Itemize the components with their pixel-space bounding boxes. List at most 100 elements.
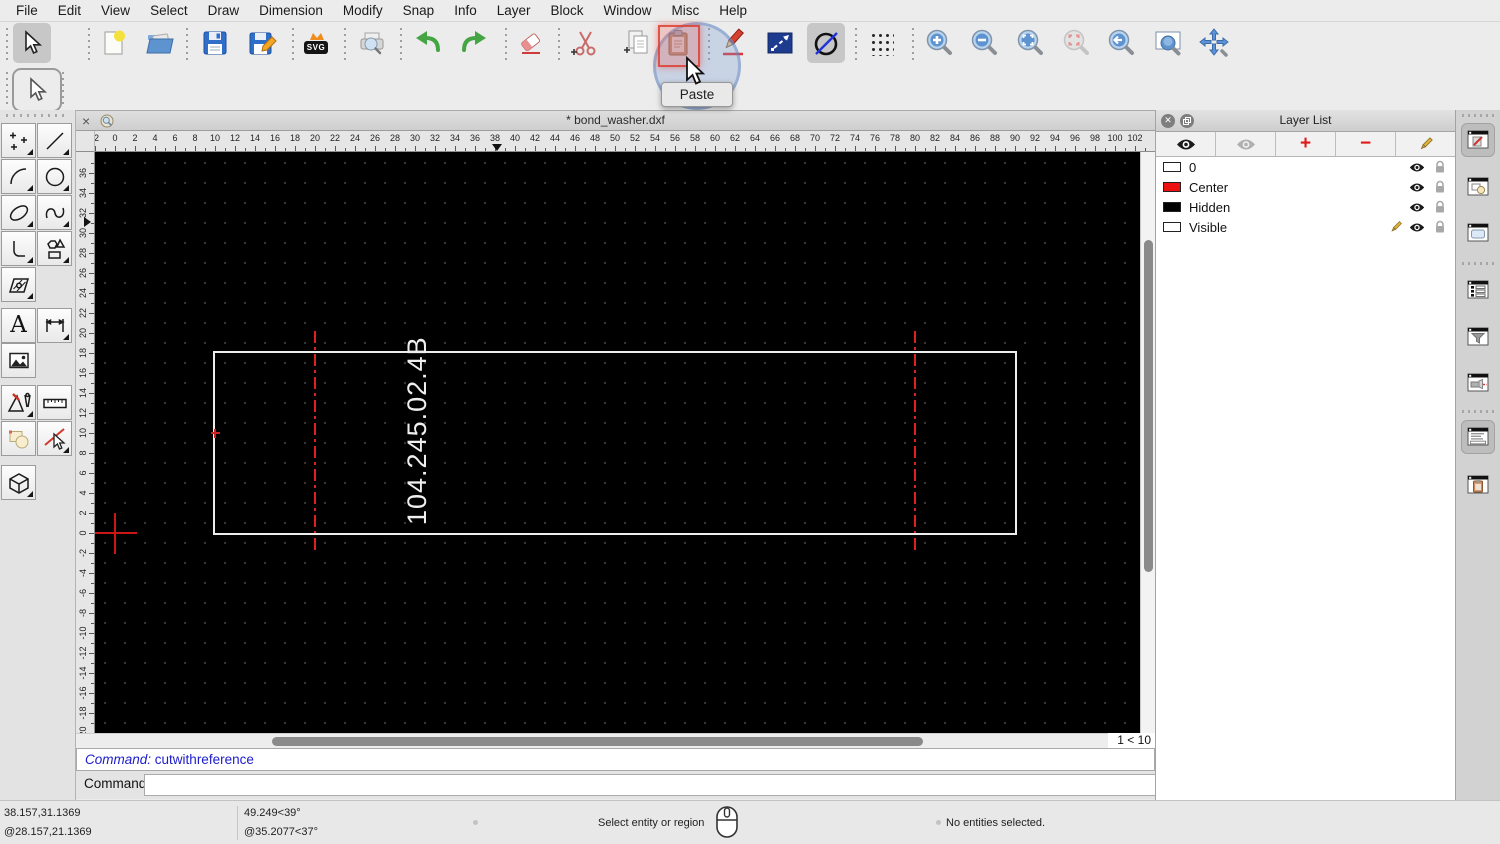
save-as-button[interactable] (243, 23, 281, 63)
print-preview-button[interactable] (353, 23, 391, 63)
horizontal-scrollbar[interactable] (76, 733, 1108, 748)
layer-list-dock-icon[interactable] (1461, 273, 1495, 307)
zoom-pan-button[interactable] (1195, 23, 1233, 63)
horizontal-scrollbar-thumb[interactable] (272, 736, 923, 746)
select-entity-button[interactable] (37, 421, 72, 456)
clipboard-dock-icon[interactable] (1461, 468, 1495, 502)
drawing-canvas[interactable]: 104.245.02.4B (95, 152, 1140, 733)
v-ruler-label: 22 (78, 308, 88, 319)
layer-visibility-icon[interactable] (1409, 161, 1425, 176)
zoom-selected-button[interactable] (1057, 23, 1095, 63)
save-button[interactable] (196, 23, 234, 63)
layer-visibility-icon[interactable] (1409, 201, 1425, 216)
spline-tool-button[interactable] (37, 195, 72, 230)
block-list-dock-icon[interactable] (1461, 170, 1495, 204)
arc-tool-button[interactable] (1, 159, 36, 194)
menu-file[interactable]: File (6, 0, 48, 22)
layer-row-hidden[interactable]: Hidden (1156, 197, 1455, 217)
polyline-tool-button[interactable] (1, 231, 36, 266)
vertical-scrollbar-thumb[interactable] (1143, 240, 1153, 572)
image-tool-button[interactable] (1, 343, 36, 378)
menu-window[interactable]: Window (594, 0, 662, 22)
menu-view[interactable]: View (91, 0, 140, 22)
menu-block[interactable]: Block (541, 0, 594, 22)
text-tool-button[interactable]: A (1, 308, 36, 343)
menu-dimension[interactable]: Dimension (249, 0, 333, 22)
open-file-button[interactable] (141, 23, 179, 63)
copy-button[interactable] (618, 23, 656, 63)
v-ruler-tick (91, 683, 94, 684)
undo-button[interactable] (409, 23, 447, 63)
layer-row-center[interactable]: Center (1156, 177, 1455, 197)
menu-edit[interactable]: Edit (48, 0, 91, 22)
strip-drag-handle[interactable] (1462, 114, 1494, 117)
menu-misc[interactable]: Misc (662, 0, 710, 22)
layer-color-swatch[interactable] (1163, 162, 1181, 172)
drawn-rectangle[interactable] (213, 351, 1017, 535)
menu-info[interactable]: Info (444, 0, 487, 22)
remove-layer-button[interactable]: − (1336, 132, 1396, 156)
line-tool-button[interactable] (37, 123, 72, 158)
show-all-layers-button[interactable] (1156, 132, 1216, 156)
pen-wizard-dock-icon[interactable] (1461, 123, 1495, 157)
zoom-in-button[interactable] (920, 23, 958, 63)
layer-lock-icon[interactable] (1434, 180, 1446, 197)
grid-toggle-button[interactable] (862, 23, 900, 63)
ellipse-tool-button[interactable] (1, 195, 36, 230)
measure-tool-button[interactable] (37, 385, 72, 420)
layer-color-swatch[interactable] (1163, 202, 1181, 212)
vertical-scrollbar[interactable] (1140, 152, 1155, 733)
layer-lock-icon[interactable] (1434, 220, 1446, 237)
panel-undock-icon[interactable] (1180, 113, 1194, 128)
modify-tools-button[interactable] (1, 385, 36, 420)
new-file-button[interactable] (94, 23, 132, 63)
menu-draw[interactable]: Draw (198, 0, 250, 22)
menu-snap[interactable]: Snap (393, 0, 445, 22)
block-3d-button[interactable] (1, 465, 36, 500)
zoom-window-button[interactable] (1149, 23, 1187, 63)
layer-row-0[interactable]: 0 (1156, 157, 1455, 177)
relative-line-button[interactable] (761, 23, 799, 63)
panel-close-icon[interactable]: ✕ (1161, 113, 1175, 128)
edit-layer-button[interactable] (1396, 132, 1455, 156)
palette-drag-handle[interactable] (6, 114, 66, 117)
polygon-tool-button[interactable] (37, 231, 72, 266)
layer-row-visible[interactable]: Visible (1156, 217, 1455, 237)
layer-color-swatch[interactable] (1163, 222, 1181, 232)
cut-button[interactable] (565, 23, 603, 63)
command-input[interactable] (144, 774, 1206, 796)
redo-button[interactable] (455, 23, 493, 63)
select-line-icon (43, 427, 66, 450)
zoom-out-button[interactable] (965, 23, 1003, 63)
dimension-tool-button[interactable] (37, 308, 72, 343)
select-tool-button[interactable] (13, 23, 51, 63)
zoom-previous-button[interactable] (1102, 23, 1140, 63)
draft-mode-button[interactable] (807, 23, 845, 63)
selection-pointer-button[interactable] (12, 68, 62, 112)
zoom-auto-button[interactable] (1011, 23, 1049, 63)
hide-all-layers-button[interactable] (1216, 132, 1276, 156)
command-widget-dock-icon[interactable] (1461, 420, 1495, 454)
undo-icon (416, 31, 440, 52)
export-svg-button[interactable]: SVG (298, 23, 336, 63)
order-tool-button[interactable] (1, 421, 36, 456)
library-browser-dock-icon[interactable] (1461, 216, 1495, 250)
circle-tool-button[interactable] (37, 159, 72, 194)
layer-color-swatch[interactable] (1163, 182, 1181, 192)
hatch-tool-button[interactable] (1, 267, 36, 302)
menu-layer[interactable]: Layer (487, 0, 541, 22)
layer-visibility-icon[interactable] (1409, 221, 1425, 236)
points-tool-button[interactable] (1, 123, 36, 158)
laser-pointer-dock-icon[interactable] (1461, 366, 1495, 400)
v-ruler-tick (89, 693, 94, 694)
erase-button[interactable] (512, 23, 550, 63)
menu-select[interactable]: Select (140, 0, 198, 22)
layer-lock-icon[interactable] (1434, 160, 1446, 177)
layer-filter-dock-icon[interactable] (1461, 320, 1495, 354)
layer-visibility-icon[interactable] (1409, 181, 1425, 196)
menu-help[interactable]: Help (709, 0, 757, 22)
layer-lock-icon[interactable] (1434, 200, 1446, 217)
tab-close-icon[interactable]: × (82, 112, 90, 131)
menu-modify[interactable]: Modify (333, 0, 393, 22)
add-layer-button[interactable]: + (1276, 132, 1336, 156)
